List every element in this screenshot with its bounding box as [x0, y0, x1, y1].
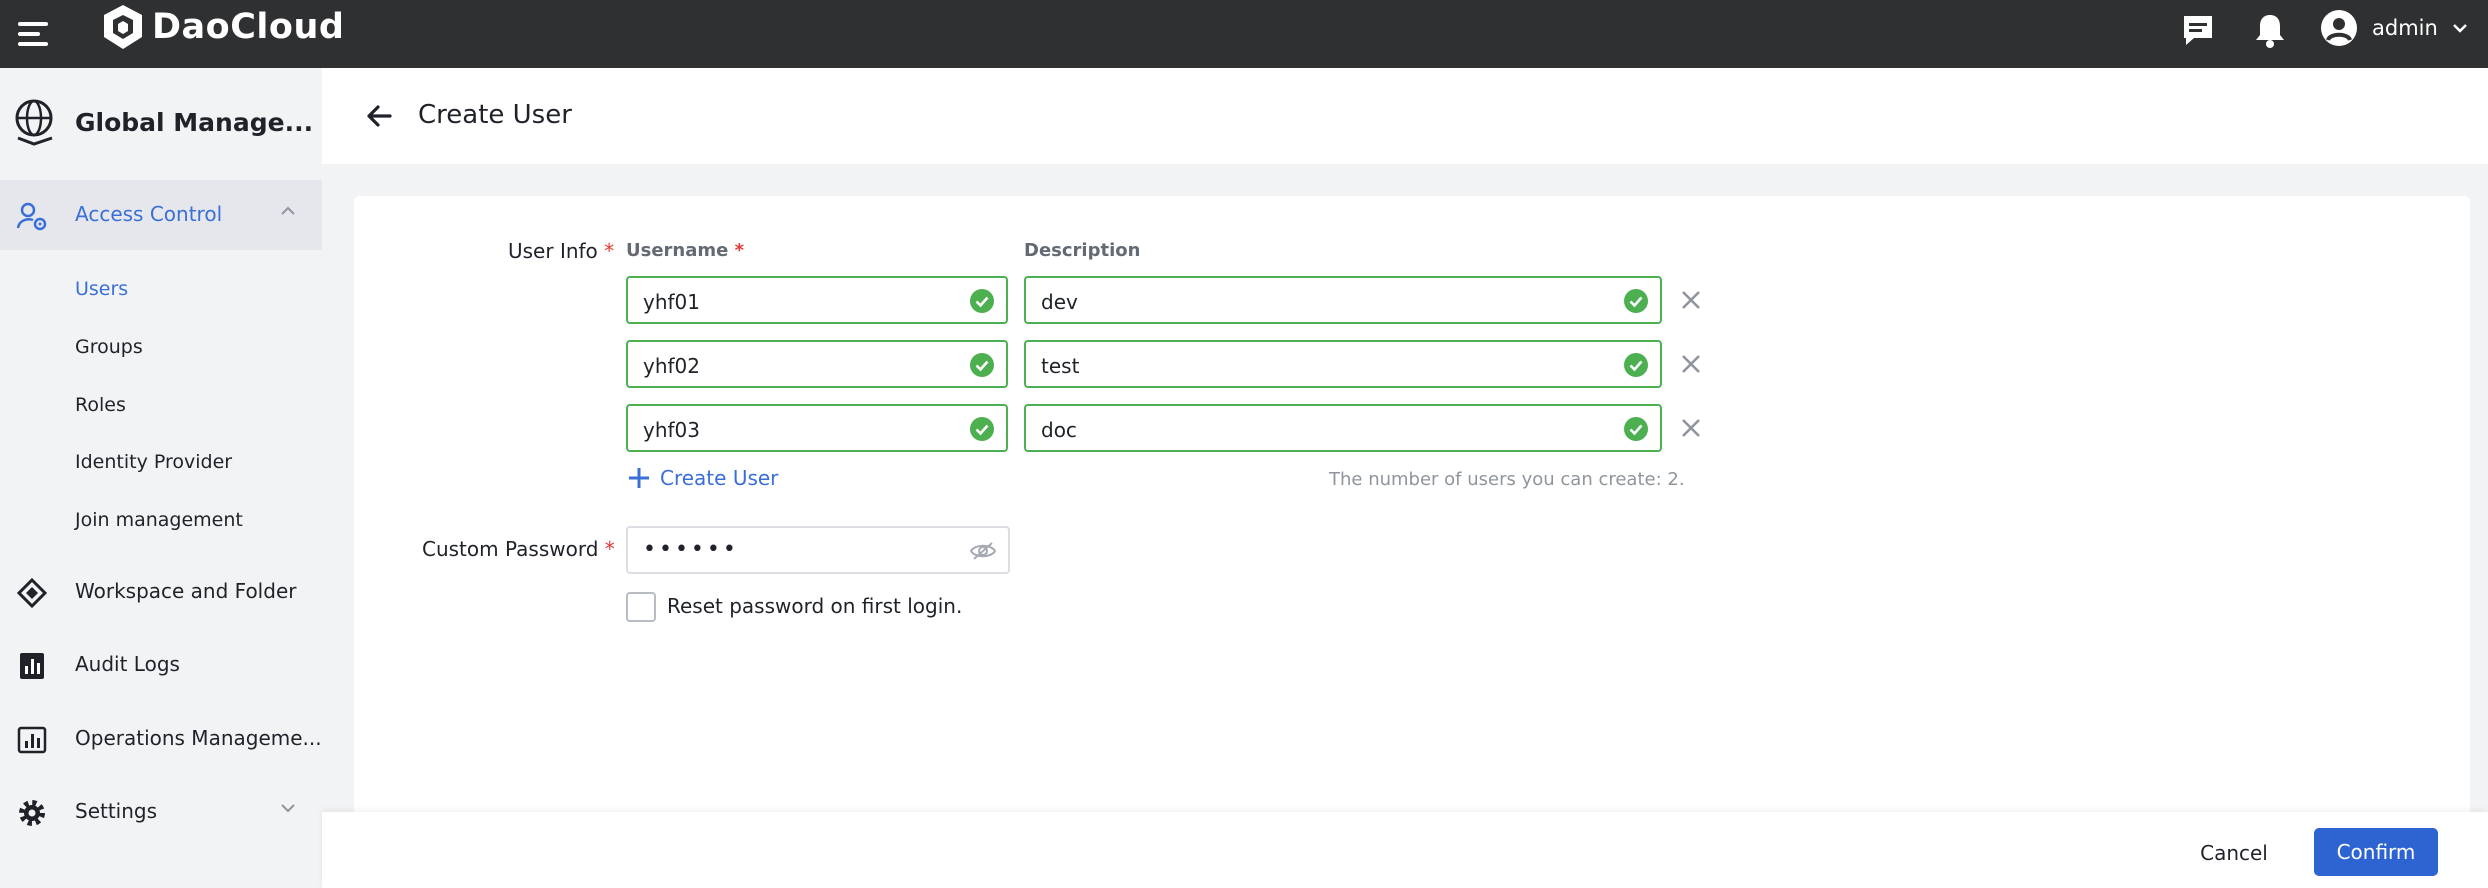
nav-access-control[interactable]: Access Control — [0, 180, 322, 250]
username-input[interactable]: yhf02 — [626, 340, 1008, 388]
valid-check-icon — [970, 289, 994, 313]
sidebar-item-join-management[interactable]: Join management — [75, 509, 243, 531]
user-name: admin — [2372, 16, 2438, 40]
brand-logo[interactable]: DaoCloud — [100, 2, 344, 52]
daocloud-logo-icon — [104, 5, 142, 49]
globe-icon — [15, 99, 53, 146]
message-icon[interactable] — [2178, 10, 2218, 50]
valid-check-icon — [970, 353, 994, 377]
description-input[interactable]: test — [1024, 340, 1662, 388]
username-value: yhf01 — [643, 290, 701, 314]
nav-operations-management[interactable]: Operations Manageme... — [0, 704, 322, 774]
plus-icon — [629, 468, 649, 488]
page-title: Create User — [418, 100, 572, 130]
password-value: •••••• — [643, 537, 739, 562]
back-arrow-icon[interactable] — [364, 101, 394, 131]
user-info-label: User Info * — [508, 239, 615, 263]
username-value: yhf03 — [643, 418, 701, 442]
sidebar-title: Global Manage... — [75, 108, 314, 137]
valid-check-icon — [1624, 417, 1648, 441]
user-gear-icon — [16, 202, 47, 231]
user-quota-hint: The number of users you can create: 2. — [1329, 469, 1685, 490]
valid-check-icon — [1624, 353, 1648, 377]
nav-label: Access Control — [75, 202, 223, 226]
description-value: dev — [1041, 290, 1078, 314]
top-bar: DaoCloud admin — [0, 0, 2488, 68]
description-value: doc — [1041, 418, 1077, 442]
valid-check-icon — [1624, 289, 1648, 313]
nav-workspace-and-folder[interactable]: Workspace and Folder — [0, 557, 322, 627]
chevron-down-icon — [281, 804, 295, 813]
remove-row-icon[interactable] — [1680, 353, 1702, 375]
nav-label: Operations Manageme... — [75, 726, 322, 750]
username-value: yhf02 — [643, 354, 701, 378]
audit-chart-icon — [20, 653, 44, 679]
eye-hidden-icon[interactable] — [970, 541, 996, 561]
create-user-form: User Info * Username * Description yhf01… — [354, 196, 2470, 816]
confirm-button[interactable]: Confirm — [2314, 828, 2438, 876]
add-user-button[interactable]: Create User — [628, 466, 778, 490]
sidebar-item-roles[interactable]: Roles — [75, 394, 126, 416]
sidebar-item-identity-provider[interactable]: Identity Provider — [75, 451, 232, 473]
nav-label: Settings — [75, 799, 158, 823]
sidebar-header: Global Manage... — [0, 68, 322, 180]
sidebar-item-groups[interactable]: Groups — [75, 336, 143, 358]
username-column-label: Username * — [626, 240, 745, 261]
nav-settings[interactable]: Settings — [0, 777, 322, 847]
remove-row-icon[interactable] — [1680, 417, 1702, 439]
form-footer: Cancel Confirm — [322, 812, 2488, 888]
workspace-icon — [16, 577, 48, 609]
sidebar-item-users[interactable]: Users — [75, 278, 128, 300]
chevron-up-icon — [281, 206, 295, 215]
nav-label: Workspace and Folder — [75, 579, 297, 603]
remove-row-icon[interactable] — [1680, 289, 1702, 311]
menu-icon[interactable] — [16, 16, 52, 52]
sidebar: Global Manage... Access Control Users Gr… — [0, 68, 322, 888]
gear-icon — [19, 800, 45, 826]
avatar-icon — [2321, 10, 2357, 46]
reset-password-label[interactable]: Reset password on first login. — [667, 594, 962, 618]
custom-password-label: Custom Password * — [422, 537, 615, 561]
add-user-label: Create User — [660, 466, 779, 490]
valid-check-icon — [970, 417, 994, 441]
user-menu[interactable]: admin — [2320, 8, 2468, 48]
description-value: test — [1041, 354, 1080, 378]
chevron-down-icon — [2452, 24, 2467, 33]
bell-icon[interactable] — [2250, 10, 2290, 50]
description-column-label: Description — [1024, 240, 1141, 261]
page-header: Create User — [322, 68, 2488, 164]
operations-chart-icon — [17, 726, 47, 754]
reset-password-checkbox[interactable] — [626, 592, 656, 622]
username-input[interactable]: yhf03 — [626, 404, 1008, 452]
password-input[interactable]: •••••• — [626, 526, 1010, 574]
cancel-button[interactable]: Cancel — [2184, 832, 2284, 874]
username-input[interactable]: yhf01 — [626, 276, 1008, 324]
nav-label: Audit Logs — [75, 652, 180, 676]
nav-audit-logs[interactable]: Audit Logs — [0, 630, 322, 700]
description-input[interactable]: doc — [1024, 404, 1662, 452]
brand-name: DaoCloud — [152, 7, 345, 47]
description-input[interactable]: dev — [1024, 276, 1662, 324]
